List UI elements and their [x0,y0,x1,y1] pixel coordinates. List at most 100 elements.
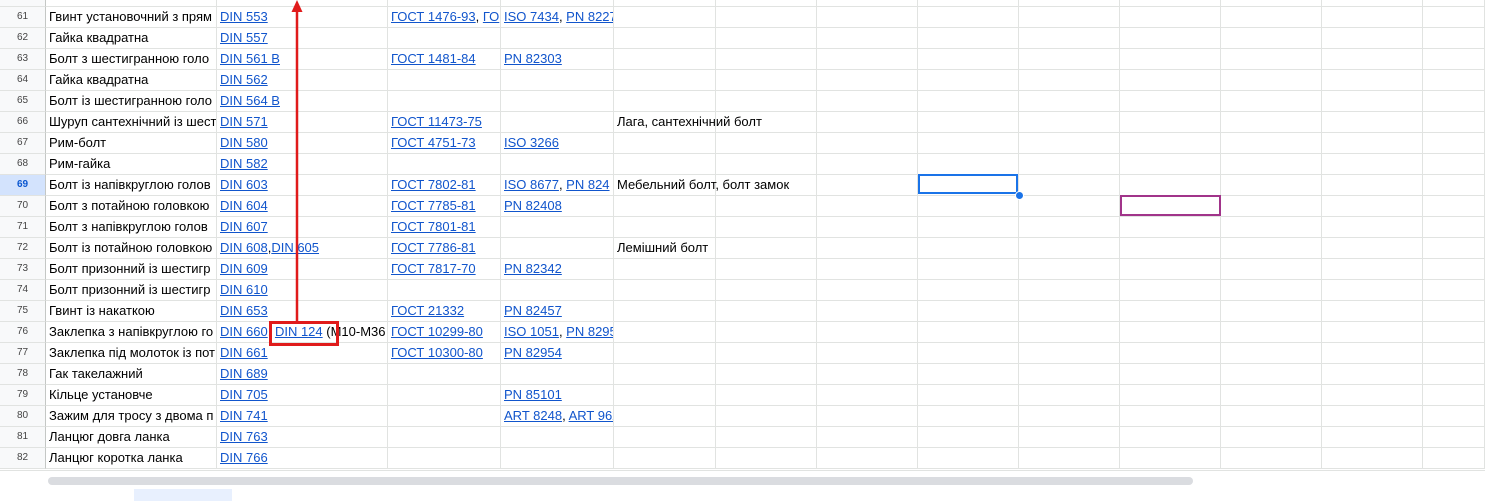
empty-cell[interactable] [918,133,1019,154]
empty-cell[interactable] [918,322,1019,343]
hyperlink[interactable]: DIN 605 [271,240,319,255]
empty-cell[interactable] [918,70,1019,91]
empty-cell[interactable] [1120,133,1221,154]
note-cell[interactable] [614,280,716,301]
gost-cell[interactable] [388,91,501,112]
empty-cell[interactable] [1423,154,1485,175]
iso-pn-cell[interactable]: PN 82457 [501,301,614,322]
cell[interactable] [817,0,918,7]
empty-cell[interactable] [918,364,1019,385]
empty-cell[interactable] [1221,238,1322,259]
iso-pn-cell[interactable] [501,91,614,112]
empty-cell[interactable] [1322,91,1423,112]
hyperlink[interactable]: ГОСТ 7801-81 [391,219,476,234]
empty-cell[interactable] [716,259,817,280]
cell[interactable] [1120,0,1221,7]
empty-cell[interactable] [716,301,817,322]
empty-cell[interactable] [918,28,1019,49]
row-header[interactable]: 75 [0,301,46,322]
empty-cell[interactable] [1120,91,1221,112]
empty-cell[interactable] [1120,427,1221,448]
iso-pn-cell[interactable]: PN 82954 [501,343,614,364]
empty-cell[interactable] [1221,196,1322,217]
empty-cell[interactable] [1019,70,1120,91]
note-cell[interactable] [614,196,716,217]
empty-cell[interactable] [1120,175,1221,196]
empty-cell[interactable] [1221,175,1322,196]
note-cell[interactable] [614,91,716,112]
name-cell[interactable]: Болт із напівкруглою голов [46,175,217,196]
empty-cell[interactable] [1423,196,1485,217]
empty-cell[interactable] [1423,28,1485,49]
empty-cell[interactable] [716,49,817,70]
name-cell[interactable]: Болт з шестигранною голо [46,49,217,70]
cell[interactable] [1322,0,1423,7]
hyperlink[interactable]: ISO 7434 [504,9,559,24]
empty-cell[interactable] [1423,427,1485,448]
empty-cell[interactable] [1019,28,1120,49]
empty-cell[interactable] [1019,280,1120,301]
empty-cell[interactable] [918,238,1019,259]
empty-cell[interactable] [1221,133,1322,154]
empty-cell[interactable] [716,28,817,49]
empty-cell[interactable] [1322,28,1423,49]
hyperlink[interactable]: DIN 607 [220,219,268,234]
empty-cell[interactable] [716,196,817,217]
empty-cell[interactable] [918,259,1019,280]
empty-cell[interactable] [716,280,817,301]
gost-cell[interactable] [388,448,501,469]
name-cell[interactable]: Заклепка під молоток із пот [46,343,217,364]
cell[interactable] [1221,0,1322,7]
note-cell[interactable] [614,28,716,49]
iso-pn-cell[interactable] [501,280,614,301]
din-cell[interactable]: DIN 557 [217,28,388,49]
empty-cell[interactable] [1221,322,1322,343]
iso-pn-cell[interactable] [501,238,614,259]
hyperlink[interactable]: DIN 610 [220,282,268,297]
empty-cell[interactable] [1120,385,1221,406]
din-cell[interactable]: DIN 580 [217,133,388,154]
empty-cell[interactable] [817,259,918,280]
empty-cell[interactable] [1019,322,1120,343]
cell[interactable] [716,0,817,7]
note-cell[interactable] [614,301,716,322]
empty-cell[interactable] [1322,175,1423,196]
gost-cell[interactable]: ГОСТ 10299-80 [388,322,501,343]
empty-cell[interactable] [1120,322,1221,343]
empty-cell[interactable] [817,70,918,91]
empty-cell[interactable] [1322,448,1423,469]
cell[interactable] [46,0,217,7]
empty-cell[interactable] [1019,217,1120,238]
empty-cell[interactable] [1221,7,1322,28]
hyperlink[interactable]: ГОСТ 10300-80 [391,345,483,360]
empty-cell[interactable] [1019,427,1120,448]
empty-cell[interactable] [918,448,1019,469]
note-cell[interactable] [614,448,716,469]
din-cell[interactable]: DIN 553 [217,7,388,28]
empty-cell[interactable] [1120,70,1221,91]
empty-cell[interactable] [817,427,918,448]
empty-cell[interactable] [1019,133,1120,154]
empty-cell[interactable] [1423,322,1485,343]
row-header[interactable]: 78 [0,364,46,385]
hyperlink[interactable]: DIN 561 B [220,51,280,66]
empty-cell[interactable] [1322,112,1423,133]
empty-cell[interactable] [918,385,1019,406]
iso-pn-cell[interactable] [501,448,614,469]
hyperlink[interactable]: ГОСТ 4751-73 [391,135,476,150]
empty-cell[interactable] [1221,154,1322,175]
hyperlink[interactable]: ISO 8677 [504,177,559,192]
empty-cell[interactable] [1120,238,1221,259]
empty-cell[interactable] [1322,259,1423,280]
hyperlink[interactable]: ISO 3266 [504,135,559,150]
empty-cell[interactable] [1120,364,1221,385]
note-cell[interactable] [614,154,716,175]
hyperlink[interactable]: ГОСТ 11473-75 [391,114,482,129]
name-cell[interactable]: Рим-гайка [46,154,217,175]
note-cell[interactable] [614,322,716,343]
row-header[interactable]: 71 [0,217,46,238]
gost-cell[interactable] [388,364,501,385]
empty-cell[interactable] [716,133,817,154]
name-cell[interactable]: Гайка квадратна [46,28,217,49]
row-header[interactable]: 81 [0,427,46,448]
